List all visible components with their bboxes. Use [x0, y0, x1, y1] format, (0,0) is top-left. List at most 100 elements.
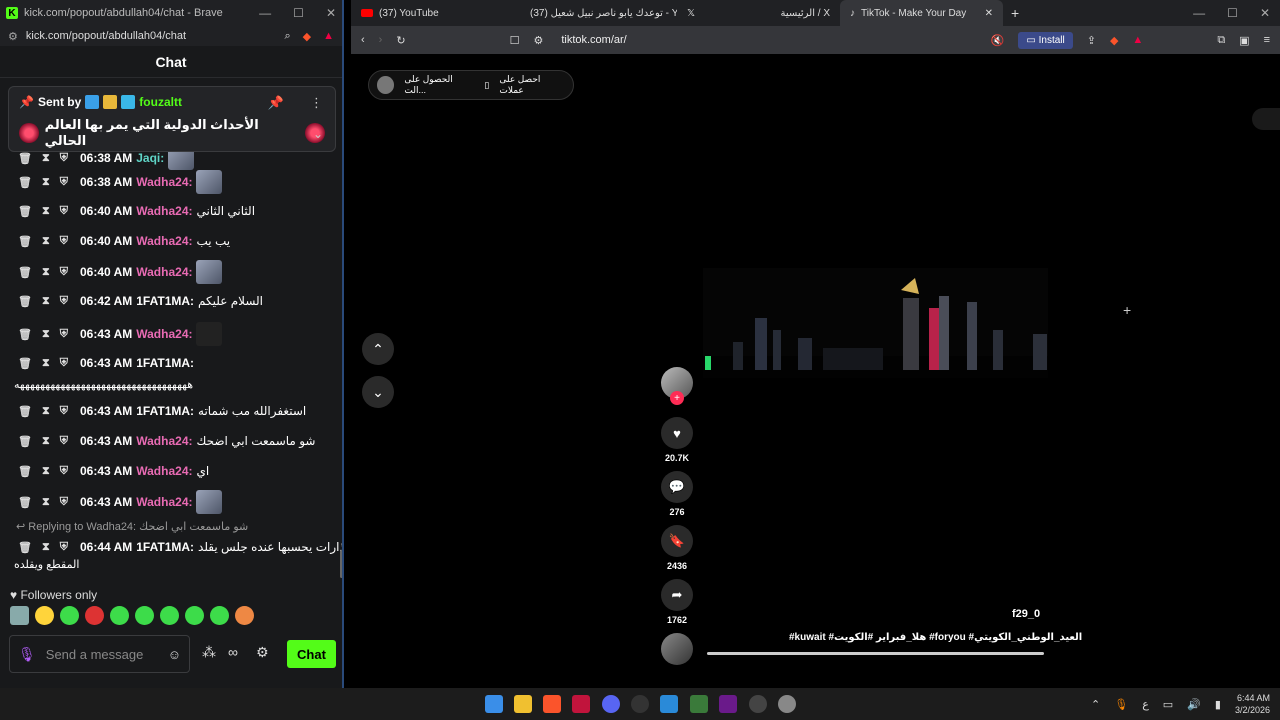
minimize-button[interactable]: —	[1193, 6, 1205, 20]
site-info-icon[interactable]: ⚙	[533, 34, 543, 47]
message-username[interactable]: Wadha24:	[136, 495, 192, 509]
share-button[interactable]: ➦	[661, 579, 693, 611]
new-tab-button[interactable]: +	[1003, 5, 1027, 21]
follow-plus-icon[interactable]: +	[670, 391, 684, 405]
emote-icon[interactable]	[110, 606, 129, 625]
music-disc-icon[interactable]	[661, 633, 693, 665]
video-player[interactable]	[703, 268, 1048, 378]
timeout-icon[interactable]: ⧗	[42, 405, 50, 418]
timeout-icon[interactable]: ⧗	[42, 357, 50, 370]
infinity-icon[interactable]: ∞	[228, 644, 238, 661]
bookmark-icon[interactable]: ☐	[510, 34, 520, 47]
brave-rewards-icon[interactable]: ▲	[323, 30, 334, 43]
brave-rewards-icon[interactable]: ▲	[1132, 34, 1143, 46]
emote-icon[interactable]	[160, 606, 179, 625]
avatar[interactable]	[377, 76, 395, 94]
next-video-button[interactable]: ⌄	[362, 376, 394, 408]
install-app-button[interactable]: ▭ Install	[1018, 31, 1073, 49]
app-icon[interactable]	[660, 695, 678, 713]
message-username[interactable]: Wadha24:	[136, 464, 192, 478]
windows-start-icon[interactable]	[485, 695, 503, 713]
maximize-button[interactable]: ☐	[293, 6, 304, 20]
delete-icon[interactable]: 🗑	[18, 435, 32, 448]
tab-youtube[interactable]: (37) YouTube	[351, 0, 514, 26]
save-button[interactable]: 🔖	[661, 525, 693, 557]
previous-video-button[interactable]: ⌃	[362, 333, 394, 365]
discord-icon[interactable]	[602, 695, 620, 713]
microphone-icon[interactable]: 🎙	[18, 646, 36, 663]
settings-gear-icon[interactable]	[778, 695, 796, 713]
timeout-icon[interactable]: ⧗	[42, 295, 50, 308]
chevron-up-icon[interactable]: ⌃	[1091, 698, 1100, 711]
delete-icon[interactable]: 🗑	[18, 152, 32, 165]
timeout-icon[interactable]: ⧗	[42, 152, 50, 165]
chat-send-button[interactable]: Chat	[287, 640, 336, 668]
emote-icon[interactable]	[235, 606, 254, 625]
emoji-icon[interactable]: ☺	[168, 647, 181, 662]
ban-icon[interactable]: ⛨	[60, 435, 68, 448]
comment-button[interactable]: 💬	[661, 471, 693, 503]
message-input[interactable]: 🎙 Send a message ☺	[9, 635, 190, 673]
message-username[interactable]: Wadha24:	[136, 204, 192, 218]
pinned-message[interactable]: 📌 Sent by fouzaltt الأحداث الدولية التي …	[8, 86, 336, 152]
brave-shield-icon[interactable]: ◆	[1110, 34, 1118, 47]
volume-icon[interactable]: 🔊	[1187, 698, 1201, 711]
message-username[interactable]: Wadha24:	[136, 434, 192, 448]
delete-icon[interactable]: 🗑	[18, 295, 32, 308]
ban-icon[interactable]: ⛨	[60, 541, 68, 554]
timeout-icon[interactable]: ⧗	[42, 176, 50, 189]
delete-icon[interactable]: 🗑	[18, 405, 32, 418]
emote-icon[interactable]	[10, 606, 29, 625]
share-icon[interactable]: ⇪	[1087, 34, 1096, 47]
ban-icon[interactable]: ⛨	[60, 357, 68, 370]
ban-icon[interactable]: ⛨	[60, 405, 68, 418]
close-button[interactable]: ✕	[1260, 6, 1270, 20]
timeout-icon[interactable]: ⧗	[42, 496, 50, 509]
maximize-button[interactable]: ☐	[1227, 6, 1238, 20]
brave-shield-icon[interactable]: ◆	[303, 30, 311, 43]
message-username[interactable]: 1FAT1MA:	[136, 356, 194, 370]
delete-icon[interactable]: 🗑	[18, 266, 32, 279]
timeout-icon[interactable]: ⧗	[42, 266, 50, 279]
message-username[interactable]: Wadha24:	[136, 234, 192, 248]
delete-icon[interactable]: 🗑	[18, 357, 32, 370]
like-button[interactable]: ♥	[661, 417, 693, 449]
message-username[interactable]: 1FAT1MA:	[136, 404, 194, 418]
microphone-icon[interactable]: 🎙	[1114, 698, 1128, 711]
emote-icon[interactable]	[35, 606, 54, 625]
steam-icon[interactable]	[749, 695, 767, 713]
emote-icon[interactable]	[135, 606, 154, 625]
back-icon[interactable]: ‹	[361, 34, 365, 46]
delete-icon[interactable]: 🗑	[18, 328, 32, 341]
ban-icon[interactable]: ⛨	[60, 235, 68, 248]
minimize-button[interactable]: —	[259, 6, 271, 20]
delete-icon[interactable]: 🗑	[18, 496, 32, 509]
timeout-icon[interactable]: ⧗	[42, 235, 50, 248]
video-author[interactable]: f29_0	[1012, 608, 1040, 620]
extensions-icon[interactable]: ⧉	[1217, 34, 1225, 47]
file-explorer-icon[interactable]	[514, 695, 532, 713]
message-username[interactable]: Wadha24:	[136, 327, 192, 341]
timeout-icon[interactable]: ⧗	[42, 205, 50, 218]
adobe-acrobat-icon[interactable]	[572, 695, 590, 713]
forward-icon[interactable]: ›	[379, 34, 383, 46]
message-username[interactable]: Wadha24:	[136, 175, 192, 189]
delete-icon[interactable]: 🗑	[18, 465, 32, 478]
reload-icon[interactable]: ↻	[396, 34, 405, 47]
delete-icon[interactable]: 🗑	[18, 541, 32, 554]
tab-youtube-video[interactable]: (37) توعدك يابو ناصر نبيل شعيل - YouTube	[514, 0, 677, 26]
ban-icon[interactable]: ⛨	[60, 205, 68, 218]
side-panel-handle[interactable]	[1252, 108, 1280, 130]
chat-scrollbar[interactable]	[340, 550, 342, 578]
ban-icon[interactable]: ⛨	[60, 176, 68, 189]
timeout-icon[interactable]: ⧗	[42, 328, 50, 341]
zoom-icon[interactable]: ⌕	[284, 30, 290, 43]
emote-icon[interactable]	[185, 606, 204, 625]
ban-icon[interactable]: ⛨	[60, 496, 68, 509]
points-icon[interactable]: ⁂	[202, 644, 216, 661]
sidebar-icon[interactable]: ▣	[1239, 34, 1249, 47]
settings-gear-icon[interactable]: ⚙	[256, 644, 269, 661]
delete-icon[interactable]: 🗑	[18, 176, 32, 189]
url-text[interactable]: tiktok.com/ar/	[561, 34, 626, 46]
clock[interactable]: 6:44 AM 3/2/2026	[1235, 692, 1270, 716]
